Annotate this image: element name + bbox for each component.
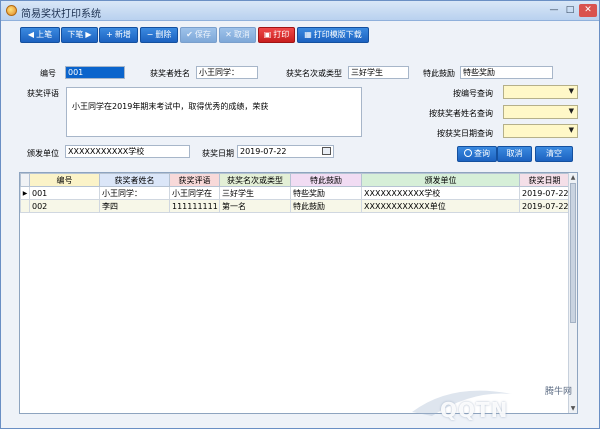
table-cell[interactable]: 李四 <box>99 199 170 213</box>
table-row[interactable]: 002 李四 111111111 第一名 特此鼓励 XXXXXXXXXXXX单位 2019-… <box>20 199 570 213</box>
save-button[interactable]: ✔ 保存 <box>180 27 217 43</box>
dropdown-arrow-icon: ▼ <box>568 126 574 134</box>
table-cell[interactable]: 2019-07-22 <box>519 186 570 200</box>
current-row-indicator-icon[interactable]: ▶ <box>20 186 30 200</box>
issuer-field[interactable]: XXXXXXXXXXX学校 <box>65 145 190 158</box>
app-icon <box>6 5 17 16</box>
next-label: 下笔 <box>67 30 84 39</box>
print-label: 打印 <box>273 30 290 39</box>
table-cell[interactable]: 特此鼓励 <box>290 199 362 213</box>
maximize-button[interactable]: □ <box>562 4 578 17</box>
watermark-brand: QQTN <box>440 398 509 422</box>
check-icon: ✔ <box>186 30 193 39</box>
records-table: 编号 获奖者姓名 获奖评语 获奖名次或类型 特此鼓励 颁发单位 获奖日期 ▶ 001 小王同学：… <box>20 173 570 213</box>
search-by-id-label: 按编号查询 <box>453 89 493 98</box>
arrow-right-icon: ▶ <box>85 30 92 39</box>
search-by-id-combo[interactable]: ▼ <box>503 85 578 99</box>
winner-name-label: 获奖者姓名 <box>150 69 190 78</box>
arrow-left-icon: ◀ <box>27 30 35 39</box>
query-label: 查询 <box>474 149 490 158</box>
add-label: 新增 <box>114 30 131 39</box>
search-clear-button[interactable]: 清空 <box>535 146 573 162</box>
table-cell[interactable]: 三好学生 <box>219 186 291 200</box>
column-header[interactable]: 特此鼓励 <box>290 173 362 187</box>
search-icon <box>464 149 472 157</box>
table-row[interactable]: ▶ 001 小王同学： 小王同学在 三好学生 特些奖励 XXXXXXXXXXX学校 2019-… <box>20 186 570 200</box>
prev-record-button[interactable]: ◀ 上笔 <box>20 27 60 43</box>
table-cell[interactable]: 小王同学： <box>99 186 170 200</box>
reward-label: 特此鼓励 <box>423 69 455 78</box>
winner-name-field[interactable]: 小王同学： <box>196 66 258 79</box>
id-label: 编号 <box>40 69 56 78</box>
id-field[interactable]: 001 <box>65 66 125 79</box>
download-template-label: 打印模版下载 <box>313 30 362 39</box>
minus-icon: − <box>146 30 154 39</box>
rank-field[interactable]: 三好学生 <box>348 66 409 79</box>
search-by-name-label: 按获奖者姓名查询 <box>429 109 493 118</box>
column-header[interactable]: 颁发单位 <box>361 173 520 187</box>
window-title: 简易奖状打印系统 <box>21 9 101 20</box>
date-value: 2019-07-22 <box>240 147 287 156</box>
print-button[interactable]: ▣ 打印 <box>258 27 295 43</box>
search-by-date-combo[interactable]: ▼ <box>503 124 578 138</box>
cross-icon: ✕ <box>225 30 232 39</box>
scroll-up-icon[interactable]: ▲ <box>569 173 577 182</box>
search-by-date-label: 按获奖日期查询 <box>437 129 493 138</box>
comment-label: 获奖评语 <box>27 89 59 98</box>
reward-field[interactable]: 特些奖励 <box>460 66 553 79</box>
add-button[interactable]: + 新增 <box>99 27 138 43</box>
save-label: 保存 <box>194 30 211 39</box>
printer-icon: ▣ <box>263 30 272 39</box>
calendar-icon[interactable] <box>322 147 331 155</box>
scroll-thumb[interactable] <box>570 183 576 323</box>
cancel-label: 取消 <box>233 30 250 39</box>
date-field[interactable]: 2019-07-22 <box>237 145 334 158</box>
table-cell[interactable]: 小王同学在 <box>169 186 220 200</box>
cancel-edit-button[interactable]: ✕ 取消 <box>219 27 256 43</box>
column-header[interactable]: 获奖者姓名 <box>99 173 170 187</box>
search-by-name-combo[interactable]: ▼ <box>503 105 578 119</box>
delete-label: 删除 <box>155 30 172 39</box>
grid-icon: ▦ <box>304 30 312 39</box>
table-cell[interactable]: 001 <box>29 186 100 200</box>
plus-icon: + <box>106 30 113 39</box>
table-cell[interactable]: 111111111 <box>169 199 220 213</box>
delete-button[interactable]: − 删除 <box>140 27 178 43</box>
table-cell[interactable]: 第一名 <box>219 199 291 213</box>
column-header[interactable]: 编号 <box>29 173 100 187</box>
watermark-cn: 腾牛网 <box>545 387 573 397</box>
comment-textarea[interactable]: 小王同学在2019年期末考试中，取得优秀的成绩，荣获 <box>66 87 362 137</box>
column-header[interactable]: 获奖评语 <box>169 173 220 187</box>
row-header-corner <box>20 173 30 187</box>
rank-label: 获奖名次或类型 <box>286 69 342 78</box>
table-header-row: 编号 获奖者姓名 获奖评语 获奖名次或类型 特此鼓励 颁发单位 获奖日期 <box>20 173 570 187</box>
minimize-button[interactable]: — <box>546 4 562 17</box>
search-cancel-button[interactable]: 取消 <box>497 146 532 162</box>
column-header[interactable]: 获奖名次或类型 <box>219 173 291 187</box>
issuer-label: 颁发单位 <box>27 149 59 158</box>
dropdown-arrow-icon: ▼ <box>568 87 574 95</box>
next-record-button[interactable]: 下笔 ▶ <box>61 27 98 43</box>
table-cell[interactable]: 特些奖励 <box>290 186 362 200</box>
prev-label: 上笔 <box>36 30 53 39</box>
column-header[interactable]: 获奖日期 <box>519 173 570 187</box>
table-cell[interactable]: XXXXXXXXXXXX单位 <box>361 199 520 213</box>
dropdown-arrow-icon: ▼ <box>568 107 574 115</box>
close-button[interactable]: ✕ <box>579 4 597 17</box>
table-cell[interactable]: 002 <box>29 199 100 213</box>
title-bar: 简易奖状打印系统 — □ ✕ <box>1 1 599 21</box>
table-cell[interactable]: 2019-07-22 <box>519 199 570 213</box>
table-cell[interactable]: XXXXXXXXXXX学校 <box>361 186 520 200</box>
row-header[interactable] <box>20 199 30 213</box>
date-label: 获奖日期 <box>202 149 234 158</box>
download-template-button[interactable]: ▦ 打印模版下载 <box>297 27 369 43</box>
query-button[interactable]: 查询 <box>457 146 497 162</box>
